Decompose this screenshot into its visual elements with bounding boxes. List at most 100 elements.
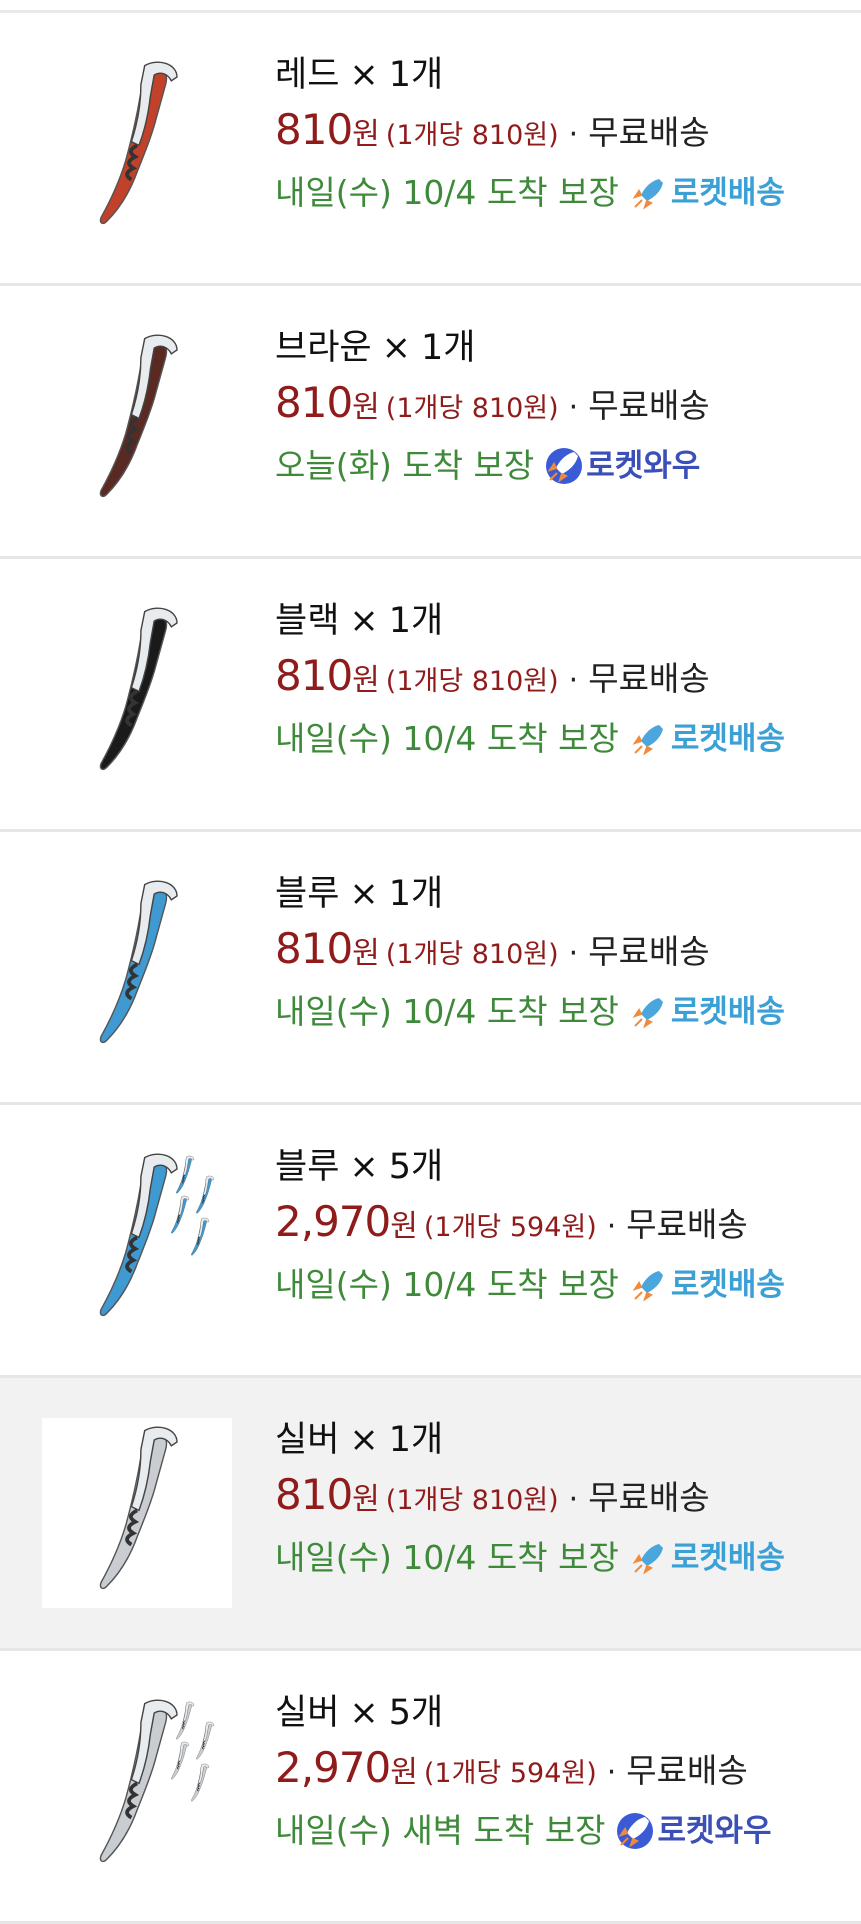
option-row[interactable]: 레드 × 1개 810원 (1개당 810원) · 무료배송 내일(수) 10/4 도착 …: [0, 13, 861, 286]
color-label: 레드: [275, 55, 340, 95]
shipping-label: 무료배송: [588, 1478, 710, 1517]
price-value: 2,970: [275, 1197, 391, 1246]
quantity-label: 1개: [388, 874, 444, 914]
option-info: 블루 × 1개 810원 (1개당 810원) · 무료배송 내일(수) 10/4 도착 …: [275, 870, 851, 1036]
delivery-badge: 로켓배송: [629, 1261, 785, 1309]
shipping-label: 무료배송: [588, 113, 710, 152]
rocket-icon: [629, 1265, 669, 1305]
unit-price: (1개당 810원): [385, 120, 559, 151]
shipping-label: 무료배송: [626, 1751, 748, 1790]
badge-label: 로켓배송: [670, 175, 785, 211]
color-label: 실버: [275, 1693, 340, 1733]
times-symbol: ×: [349, 1147, 379, 1187]
option-row[interactable]: 브라운 × 1개 810원 (1개당 810원) · 무료배송 오늘(화) 도착 보장 로…: [0, 286, 861, 559]
color-label: 실버: [275, 1420, 340, 1460]
badge-label: 로켓배송: [670, 721, 785, 757]
price-value: 810: [275, 651, 353, 700]
product-thumbnail: [42, 1418, 232, 1608]
unit-price: (1개당 810원): [385, 393, 559, 424]
times-symbol: ×: [349, 874, 379, 914]
price-value: 810: [275, 1470, 353, 1519]
price-currency: 원: [352, 390, 380, 425]
option-title: 레드 × 1개: [275, 51, 851, 99]
delivery-guarantee: 내일(수) 10/4 도착 보장: [275, 173, 619, 212]
delivery-line: 내일(수) 새벽 도착 보장 로켓와우: [275, 1807, 851, 1855]
badge-label: 로켓배송: [670, 994, 785, 1030]
shipping-label: 무료배송: [588, 932, 710, 971]
option-info: 실버 × 1개 810원 (1개당 810원) · 무료배송 내일(수) 10/4 도착 …: [275, 1416, 851, 1582]
badge-label: 로켓배송: [670, 1540, 785, 1576]
option-info: 블루 × 5개 2,970원 (1개당 594원) · 무료배송 내일(수) 10/4 도…: [275, 1143, 851, 1309]
list-top-divider: [0, 0, 861, 13]
separator-dot: ·: [568, 1482, 579, 1517]
price-currency: 원: [352, 663, 380, 698]
shipping-label: 무료배송: [626, 1205, 748, 1244]
unit-price: (1개당 594원): [423, 1212, 597, 1243]
delivery-line: 내일(수) 10/4 도착 보장 로켓배송: [275, 1261, 851, 1309]
rocket-icon: [629, 1538, 669, 1578]
delivery-badge: 로켓배송: [629, 988, 785, 1036]
price-currency: 원: [352, 1482, 380, 1517]
option-title: 브라운 × 1개: [275, 324, 851, 372]
option-title: 블루 × 5개: [275, 1143, 851, 1191]
separator-dot: ·: [568, 936, 579, 971]
option-list: 레드 × 1개 810원 (1개당 810원) · 무료배송 내일(수) 10/4 도착 …: [0, 13, 861, 1924]
delivery-line: 내일(수) 10/4 도착 보장 로켓배송: [275, 1534, 851, 1582]
shipping-label: 무료배송: [588, 386, 710, 425]
delivery-line: 내일(수) 10/4 도착 보장 로켓배송: [275, 169, 851, 217]
option-row[interactable]: 실버 × 5개 2,970원 (1개당 594원) · 무료배송 내일(수) 새벽 도착 …: [0, 1651, 861, 1924]
quantity-label: 1개: [388, 601, 444, 641]
delivery-line: 내일(수) 10/4 도착 보장 로켓배송: [275, 715, 851, 763]
option-title: 실버 × 1개: [275, 1416, 851, 1464]
times-symbol: ×: [349, 55, 379, 95]
delivery-badge: 로켓와우: [615, 1807, 772, 1855]
unit-price: (1개당 594원): [423, 1758, 597, 1789]
price-currency: 원: [390, 1755, 418, 1790]
option-row[interactable]: 블루 × 1개 810원 (1개당 810원) · 무료배송 내일(수) 10/4 도착 …: [0, 832, 861, 1105]
rocket-icon: [544, 446, 584, 486]
quantity-label: 1개: [388, 1420, 444, 1460]
option-row[interactable]: 실버 × 1개 810원 (1개당 810원) · 무료배송 내일(수) 10/4 도착 …: [0, 1378, 861, 1651]
option-row[interactable]: 블랙 × 1개 810원 (1개당 810원) · 무료배송 내일(수) 10/4 도착 …: [0, 559, 861, 832]
option-title: 실버 × 5개: [275, 1689, 851, 1737]
badge-label: 로켓배송: [670, 1267, 785, 1303]
quantity-label: 1개: [420, 328, 476, 368]
price-currency: 원: [390, 1209, 418, 1244]
times-symbol: ×: [349, 1420, 379, 1460]
color-label: 블루: [275, 1147, 340, 1187]
price-value: 810: [275, 378, 353, 427]
quantity-label: 5개: [388, 1147, 444, 1187]
price-value: 810: [275, 105, 353, 154]
times-symbol: ×: [381, 328, 411, 368]
color-label: 브라운: [275, 328, 372, 368]
corkscrew-image: [99, 334, 178, 498]
price-line: 810원 (1개당 810원) · 무료배송: [275, 379, 851, 436]
times-symbol: ×: [349, 1693, 379, 1733]
unit-price: (1개당 810원): [385, 1485, 559, 1516]
price-line: 2,970원 (1개당 594원) · 무료배송: [275, 1744, 851, 1801]
delivery-guarantee: 내일(수) 새벽 도착 보장: [275, 1811, 606, 1850]
shipping-label: 무료배송: [588, 659, 710, 698]
unit-price: (1개당 810원): [385, 666, 559, 697]
price-currency: 원: [352, 936, 380, 971]
delivery-badge: 로켓와우: [544, 442, 700, 490]
price-line: 2,970원 (1개당 594원) · 무료배송: [275, 1198, 851, 1255]
badge-label: 로켓와우: [657, 1813, 772, 1849]
option-info: 실버 × 5개 2,970원 (1개당 594원) · 무료배송 내일(수) 새벽 도착 …: [275, 1689, 851, 1855]
option-row[interactable]: 블루 × 5개 2,970원 (1개당 594원) · 무료배송 내일(수) 10/4 도…: [0, 1105, 861, 1378]
quantity-label: 5개: [388, 1693, 444, 1733]
option-info: 브라운 × 1개 810원 (1개당 810원) · 무료배송 오늘(화) 도착 보장 로…: [275, 324, 851, 490]
price-line: 810원 (1개당 810원) · 무료배송: [275, 925, 851, 982]
delivery-guarantee: 내일(수) 10/4 도착 보장: [275, 1265, 619, 1304]
option-info: 레드 × 1개 810원 (1개당 810원) · 무료배송 내일(수) 10/4 도착 …: [275, 51, 851, 217]
option-title: 블루 × 1개: [275, 870, 851, 918]
delivery-badge: 로켓배송: [629, 169, 785, 217]
option-title: 블랙 × 1개: [275, 597, 851, 645]
separator-dot: ·: [568, 663, 579, 698]
corkscrew-image: [99, 1153, 215, 1317]
corkscrew-image: [99, 61, 178, 225]
corkscrew-image: [99, 1426, 178, 1590]
unit-price: (1개당 810원): [385, 939, 559, 970]
separator-dot: ·: [606, 1209, 617, 1244]
corkscrew-image: [99, 1699, 215, 1863]
